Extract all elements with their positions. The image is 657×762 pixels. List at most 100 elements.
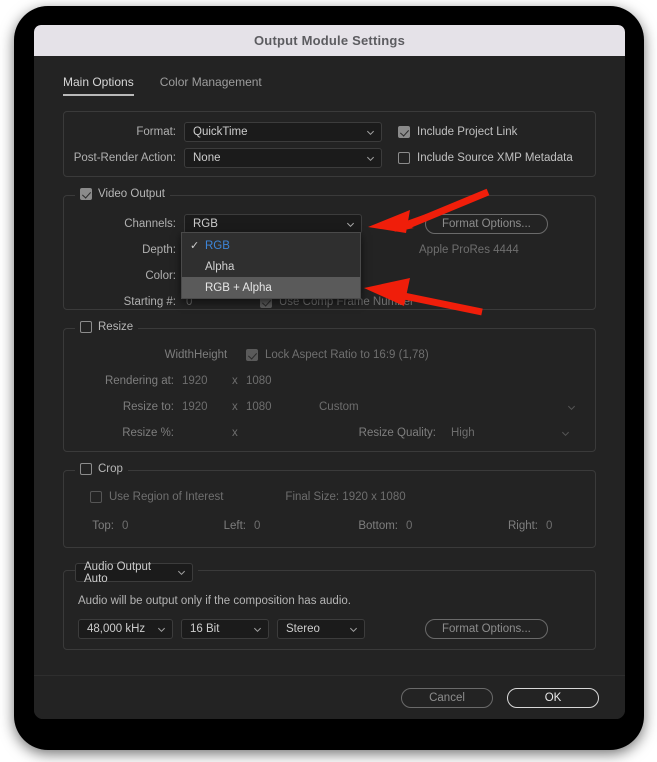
audio-sample-rate-select[interactable]: 48,000 kHz	[78, 619, 173, 639]
video-output-legend[interactable]: Video Output	[75, 188, 170, 200]
resize-preset-select[interactable]: Custom	[310, 397, 583, 417]
resize-legend[interactable]: Resize	[75, 321, 139, 333]
chevron-down-icon	[253, 625, 262, 634]
crop-left-value[interactable]: 0	[254, 520, 346, 532]
crop-legend[interactable]: Crop	[75, 463, 128, 475]
format-select-value: QuickTime	[193, 126, 248, 138]
resize-width-header: Width	[164, 349, 194, 361]
rendering-width-value: 1920	[182, 375, 208, 387]
screenshot-root: Output Module Settings Main Options Colo…	[0, 0, 657, 762]
resize-height-header: Height	[194, 349, 228, 361]
format-select[interactable]: QuickTime	[184, 122, 382, 142]
video-output-label: Video Output	[98, 188, 165, 200]
channels-option-alpha-label: Alpha	[205, 260, 235, 273]
resize-preset-value: Custom	[319, 401, 359, 413]
include-source-xmp-label: Include Source XMP Metadata	[417, 152, 573, 164]
audio-output-auto-label: Audio Output Auto	[84, 560, 152, 585]
resize-height-value[interactable]: 1080	[246, 401, 296, 413]
audio-bit-depth-select[interactable]: 16 Bit	[181, 619, 269, 639]
output-module-settings-dialog: Output Module Settings Main Options Colo…	[34, 25, 625, 719]
rendering-at-label: Rendering at:	[104, 375, 174, 387]
chevron-down-icon	[346, 220, 355, 229]
format-options-video-label: Format Options...	[442, 218, 531, 230]
main-options-panel: Format: QuickTime Include Project Link P…	[63, 111, 596, 662]
final-size-text: Final Size: 1920 x 1080	[285, 491, 406, 503]
resize-percent-label: Resize %:	[122, 427, 174, 439]
resize-percent-x-sep: x	[232, 427, 238, 439]
use-region-of-interest-checkbox[interactable]	[90, 491, 102, 503]
crop-top-label: Top:	[92, 520, 114, 532]
channels-option-rgb-label: RGB	[205, 239, 230, 252]
chevron-down-icon	[349, 625, 358, 634]
audio-sample-rate-value: 48,000 kHz	[87, 623, 146, 635]
audio-output-auto-select[interactable]: Audio Output Auto	[75, 560, 193, 585]
resize-label: Resize	[98, 321, 134, 333]
include-project-link-label: Include Project Link	[417, 126, 518, 138]
crop-checkbox[interactable]	[80, 463, 92, 475]
include-source-xmp-checkbox[interactable]	[398, 152, 410, 164]
chevron-down-icon	[366, 128, 375, 137]
channels-label: Channels:	[124, 218, 176, 230]
video-output-checkbox[interactable]	[80, 188, 92, 200]
crop-bottom-value[interactable]: 0	[406, 520, 498, 532]
format-options-audio-label: Format Options...	[442, 623, 531, 635]
crop-top-value[interactable]: 0	[122, 520, 212, 532]
channels-option-rgb[interactable]: ✓ RGB	[182, 235, 360, 256]
depth-label: Depth:	[142, 244, 176, 256]
format-group: Format: QuickTime Include Project Link P…	[63, 111, 596, 177]
chevron-down-icon	[567, 403, 576, 412]
rendering-height-value: 1080	[246, 375, 272, 387]
dialog-body: Main Options Color Management Format: Qu…	[34, 56, 625, 719]
tab-main-options[interactable]: Main Options	[63, 75, 134, 96]
resize-width-value[interactable]: 1920	[182, 401, 232, 413]
dialog-title: Output Module Settings	[254, 33, 405, 48]
format-label: Format:	[136, 126, 176, 138]
crop-left-label: Left:	[223, 520, 246, 532]
post-render-action-select[interactable]: None	[184, 148, 382, 168]
cancel-button-label: Cancel	[429, 691, 465, 704]
ok-button[interactable]: OK	[507, 687, 599, 708]
resize-checkbox[interactable]	[80, 321, 92, 333]
format-options-button-audio[interactable]: Format Options...	[425, 619, 548, 639]
channels-option-rgb-alpha[interactable]: RGB + Alpha	[182, 277, 360, 298]
codec-text: Apple ProRes 4444	[419, 244, 519, 256]
audio-note: Audio will be output only if the composi…	[78, 595, 351, 607]
include-source-xmp-row[interactable]: Include Source XMP Metadata	[398, 152, 573, 164]
audio-legend[interactable]: Audio Output Auto	[75, 560, 198, 585]
video-output-group: Video Output Channels: RGB Format Option…	[63, 188, 596, 310]
chevron-down-icon	[157, 625, 166, 634]
lock-aspect-ratio-checkbox[interactable]	[246, 349, 258, 361]
crop-label: Crop	[98, 463, 123, 475]
post-render-action-value: None	[193, 152, 221, 164]
lock-aspect-ratio-row[interactable]: Lock Aspect Ratio to 16:9 (1,78)	[246, 349, 429, 361]
channels-select[interactable]: RGB	[184, 214, 362, 234]
crop-right-value[interactable]: 0	[546, 520, 552, 532]
audio-channels-value: Stereo	[286, 623, 320, 635]
check-icon: ✓	[190, 240, 200, 252]
resize-x-sep: x	[232, 401, 238, 413]
dialog-titlebar: Output Module Settings	[34, 25, 625, 56]
format-options-button-video[interactable]: Format Options...	[425, 214, 548, 234]
tab-color-management[interactable]: Color Management	[160, 75, 262, 96]
resize-quality-select[interactable]: High	[442, 423, 577, 443]
lock-aspect-ratio-label: Lock Aspect Ratio to 16:9 (1,78)	[265, 349, 429, 361]
channels-dropdown-popup[interactable]: ✓ RGB Alpha RGB + Alpha	[181, 232, 361, 299]
ok-button-label: OK	[544, 691, 562, 704]
crop-right-label: Right:	[507, 520, 538, 532]
audio-channels-select[interactable]: Stereo	[277, 619, 365, 639]
chevron-down-icon	[366, 154, 375, 163]
resize-group: Resize Width Height Lock Aspect Ratio to…	[63, 321, 596, 452]
post-render-action-label: Post-Render Action:	[73, 152, 176, 164]
resize-quality-label: Resize Quality:	[358, 427, 436, 439]
resize-to-label: Resize to:	[122, 401, 174, 413]
use-region-of-interest-label: Use Region of Interest	[109, 491, 224, 503]
chevron-down-icon	[177, 568, 186, 577]
tab-bar: Main Options Color Management	[34, 56, 625, 96]
rendering-x-sep: x	[232, 375, 238, 387]
include-project-link-row[interactable]: Include Project Link	[398, 126, 517, 138]
channels-option-alpha[interactable]: Alpha	[182, 256, 360, 277]
include-project-link-checkbox[interactable]	[398, 126, 410, 138]
crop-group: Crop Use Region of Interest Final Size: …	[63, 463, 596, 548]
use-region-of-interest-row[interactable]: Use Region of Interest	[90, 491, 223, 503]
cancel-button[interactable]: Cancel	[401, 687, 493, 708]
